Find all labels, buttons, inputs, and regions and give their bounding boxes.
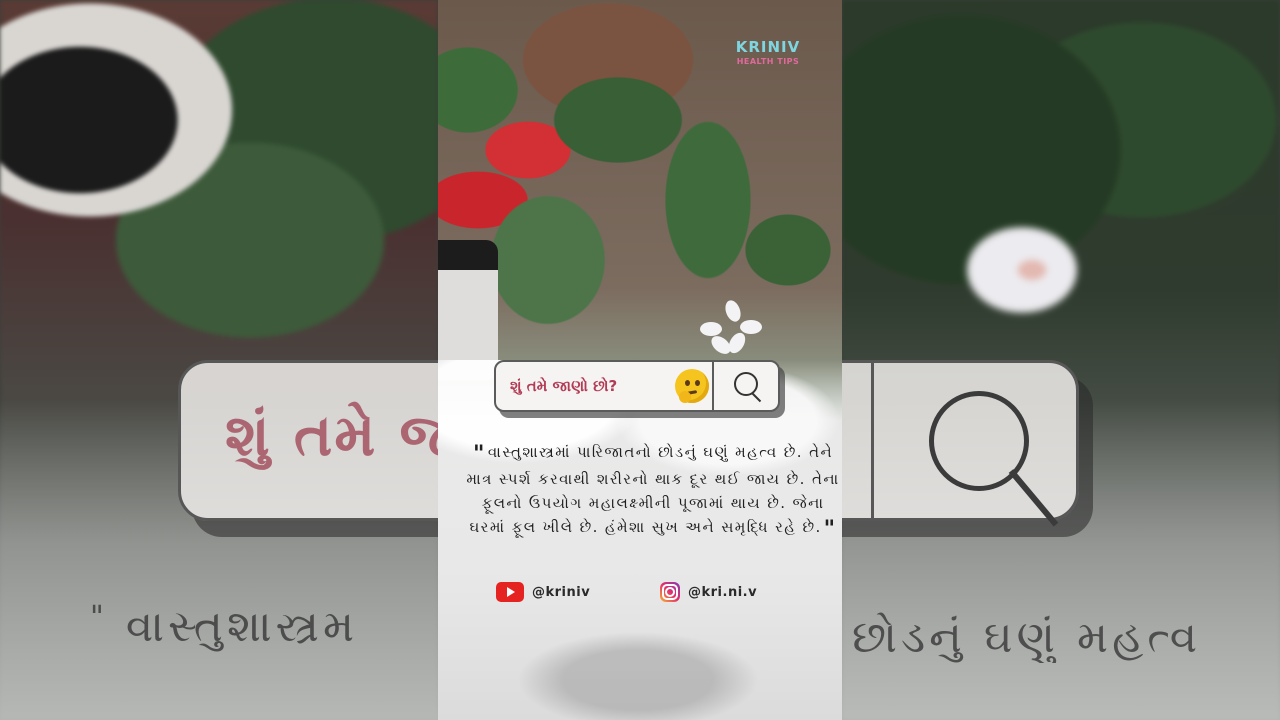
thinking-face-icon	[675, 369, 709, 403]
search-divider	[712, 362, 714, 410]
youtube-handle: @kriniv	[532, 584, 591, 600]
quote-body: વાસ્તુશાસ્ત્રમાં પારિજાતનો છોડનું ઘણું મ…	[466, 443, 840, 536]
background-quote-echo-right: છોડનું ઘણું મહત્વ	[852, 612, 1202, 663]
quote-text-block: " વાસ્તુશાસ્ત્રમાં પારિજાતનો છોડનું ઘણું …	[464, 440, 842, 542]
background-divider-echo	[871, 363, 874, 518]
background-quote-echo-left: " વાસ્તુશાસ્ત્રમ	[90, 600, 359, 652]
parijat-flower	[700, 298, 770, 360]
instagram-handle-link[interactable]: @kri.ni.v	[660, 582, 757, 602]
flower-pot	[438, 240, 498, 380]
cloud-shade	[438, 600, 842, 720]
video-frame[interactable]: KRINIV HEALTH TIPS શું તમે જાણો છો? " વાસ…	[438, 0, 842, 720]
quote-open-mark: "	[472, 442, 486, 467]
brand-name: KRINIV	[735, 38, 801, 56]
quote-close-mark: "	[823, 517, 837, 542]
youtube-handle-link[interactable]: @kriniv	[496, 582, 590, 602]
instagram-icon	[660, 582, 680, 602]
search-icon	[734, 372, 758, 396]
search-question-text: શું તમે જાણો છો?	[510, 377, 618, 395]
background-search-text-echo: શું તમે જ	[225, 401, 445, 469]
search-icon-handle	[751, 392, 762, 403]
youtube-icon	[496, 582, 524, 602]
search-pill: શું તમે જાણો છો?	[494, 360, 780, 412]
instagram-handle: @kri.ni.v	[688, 584, 758, 600]
brand-logo: KRINIV HEALTH TIPS	[728, 38, 808, 66]
brand-tagline: HEALTH TIPS	[736, 57, 800, 66]
background-flower	[902, 180, 1102, 350]
background-magnifier-handle	[1008, 469, 1059, 527]
